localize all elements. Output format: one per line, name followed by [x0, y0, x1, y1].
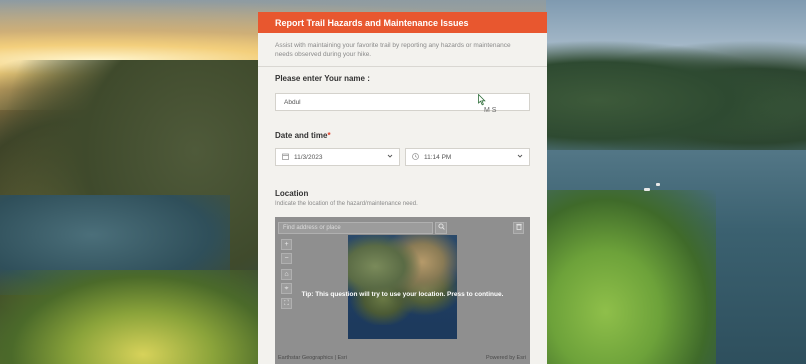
background-hill-right [546, 190, 716, 364]
chevron-down-icon [517, 153, 523, 161]
date-value: 11/3/2023 [294, 153, 323, 161]
time-picker[interactable]: 11:14 PM [405, 148, 530, 166]
boat [644, 188, 650, 191]
boat [656, 183, 660, 186]
divider [258, 66, 547, 67]
name-input-value: Abdul [284, 98, 301, 106]
required-marker: * [327, 131, 331, 140]
location-map[interactable]: Find address or place + − ⌂ ⌖ ⛶ Tip: Thi… [275, 217, 530, 364]
trash-icon[interactable] [513, 222, 524, 234]
world-map-imagery [348, 235, 457, 325]
date-time-label-text: Date and time [275, 131, 328, 140]
form-header: Report Trail Hazards and Maintenance Iss… [258, 12, 547, 33]
zoom-out-button[interactable]: − [281, 253, 292, 264]
powered-by-esri[interactable]: Powered by Esri [486, 355, 526, 361]
map-search-input[interactable]: Find address or place [278, 222, 433, 234]
calendar-icon [282, 153, 289, 162]
location-label: Location [275, 189, 309, 198]
home-button[interactable]: ⌂ [281, 269, 292, 280]
form-title: Report Trail Hazards and Maintenance Iss… [275, 17, 469, 28]
zoom-in-button[interactable]: + [281, 239, 292, 250]
location-tip[interactable]: Tip: This question will try to use your … [275, 291, 530, 298]
map-attribution: Earthstar Geographics | Esri [278, 355, 347, 361]
background-mountains-right [546, 40, 806, 150]
chevron-down-icon [387, 153, 393, 161]
form-description: Assist with maintaining your favorite tr… [275, 42, 511, 58]
background-grass-left [0, 270, 260, 364]
world-map-imagery-bottom [348, 325, 457, 339]
clock-icon [412, 152, 419, 162]
ghost-text: M S [484, 107, 497, 114]
date-picker[interactable]: 11/3/2023 [275, 148, 400, 166]
location-hint: Indicate the location of the hazard/main… [275, 201, 418, 207]
name-label: Please enter Your name : [275, 74, 370, 83]
time-value: 11:14 PM [424, 153, 452, 161]
search-icon[interactable] [435, 222, 447, 234]
fullscreen-button[interactable]: ⛶ [281, 298, 292, 309]
date-time-label: Date and time* [258, 131, 331, 140]
survey-form: Report Trail Hazards and Maintenance Iss… [258, 12, 547, 364]
